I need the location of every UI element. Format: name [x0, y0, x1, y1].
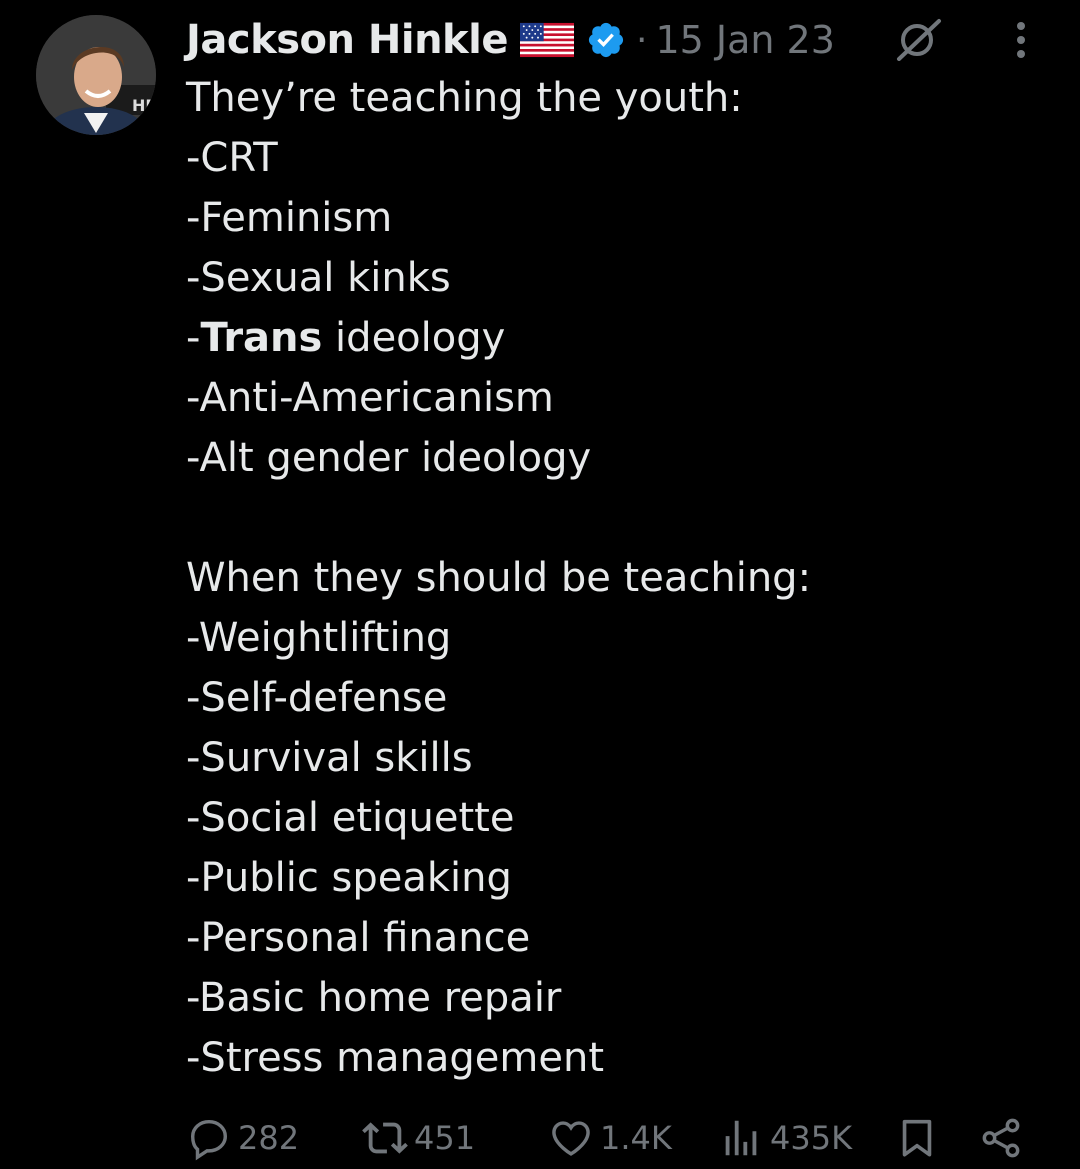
author-name[interactable]: Jackson Hinkle	[186, 17, 508, 63]
trans-bold: Trans	[200, 315, 323, 361]
like-count: 1.4K	[600, 1119, 672, 1157]
more-options-icon[interactable]	[1004, 18, 1038, 62]
tweet-header: Jackson Hinkle · 15 Jan 23	[186, 14, 835, 66]
reply-icon	[190, 1119, 228, 1161]
list-item-trans: -Trans ideology	[186, 308, 1046, 368]
list-item: -Social etiquette	[186, 795, 515, 841]
repost-icon	[362, 1122, 408, 1154]
list-item: -Personal finance	[186, 915, 531, 961]
us-flag-icon	[519, 22, 574, 58]
bookmark-icon	[902, 1119, 932, 1157]
share-button[interactable]	[978, 1108, 1024, 1168]
list-item: -CRT	[186, 135, 278, 181]
list-item: -Alt gender ideology	[186, 435, 592, 481]
list-item: -Basic home repair	[186, 975, 562, 1021]
list-item: -Stress management	[186, 1035, 605, 1081]
like-button[interactable]: 1.4K	[548, 1108, 672, 1168]
views-count: 435K	[770, 1119, 853, 1157]
verified-badge-icon[interactable]	[586, 20, 626, 60]
list-item: -Survival skills	[186, 735, 473, 781]
list-item: -Feminism	[186, 195, 393, 241]
tweet-text: They’re teaching the youth: -CRT -Femini…	[186, 68, 1046, 1088]
trans-prefix: -	[186, 315, 201, 361]
reply-button[interactable]: 282	[186, 1108, 299, 1168]
list-item: -Sexual kinks	[186, 255, 451, 301]
svg-text:HB: HB	[132, 96, 156, 115]
intro-line: They’re teaching the youth:	[186, 75, 743, 121]
author-avatar[interactable]: HB	[36, 15, 156, 135]
avatar-photo-icon: HB	[36, 15, 156, 135]
tweet: HB Jackson Hinkle · 15 Jan 23 They’re te…	[0, 0, 1080, 1169]
trans-suffix: ideology	[322, 315, 506, 361]
header-separator: ·	[635, 19, 648, 61]
share-icon	[982, 1118, 1020, 1158]
list-item: -Self-defense	[186, 675, 448, 721]
post-timestamp[interactable]: 15 Jan 23	[655, 18, 834, 62]
reply-count: 282	[238, 1119, 300, 1157]
repost-button[interactable]: 451	[362, 1108, 475, 1168]
views-button[interactable]: 435K	[718, 1108, 852, 1168]
list-item: -Weightlifting	[186, 615, 452, 661]
list-item: -Public speaking	[186, 855, 512, 901]
bookmark-button[interactable]	[894, 1108, 940, 1168]
views-chart-icon	[725, 1120, 757, 1156]
heart-icon	[552, 1121, 590, 1156]
grok-icon[interactable]	[893, 17, 945, 61]
list-item: -Anti-Americanism	[186, 375, 554, 421]
action-bar: 282 451 1.4K 435K	[186, 1108, 1046, 1168]
repost-count: 451	[414, 1119, 476, 1157]
outro-line: When they should be teaching:	[186, 555, 812, 601]
